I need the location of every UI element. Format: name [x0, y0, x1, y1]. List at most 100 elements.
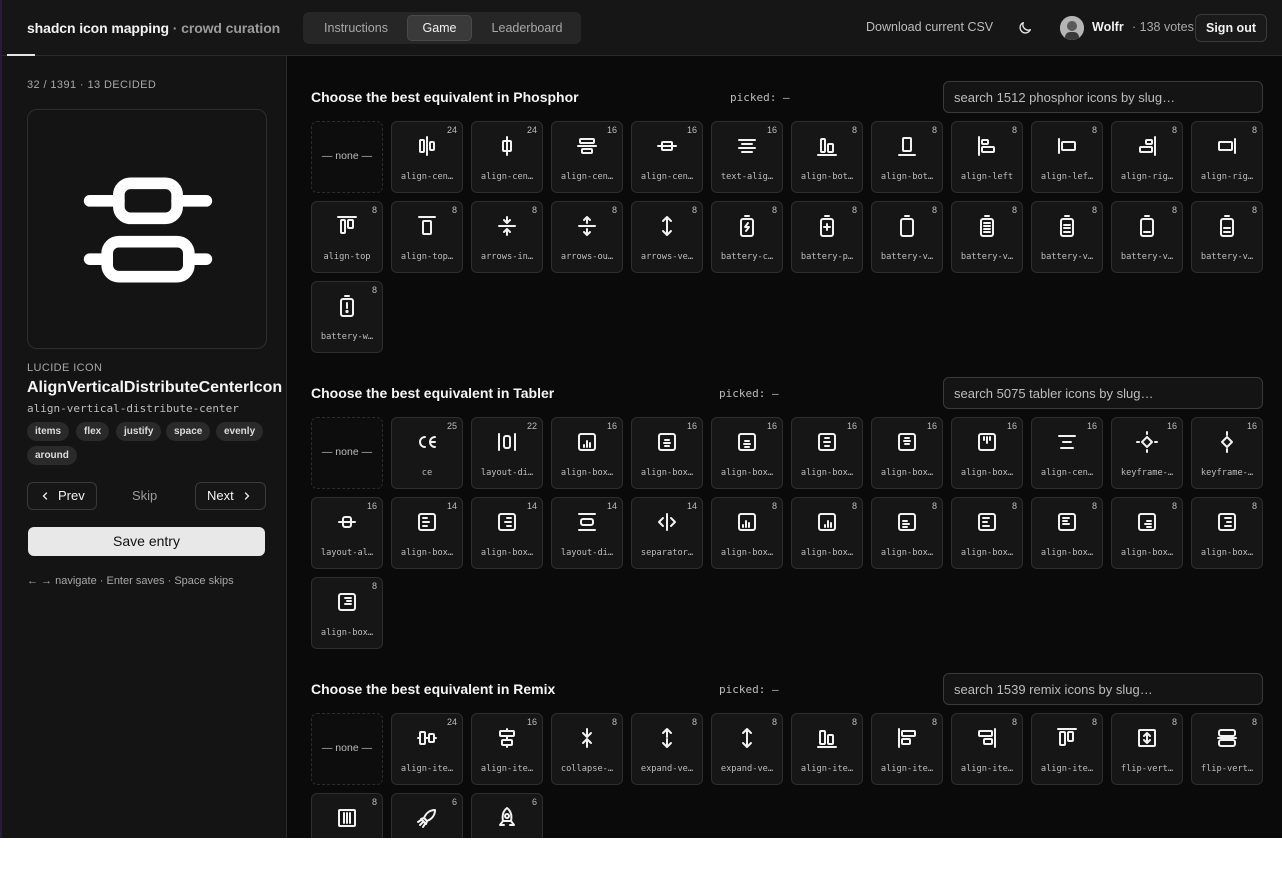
battery-medium-icon — [1220, 215, 1234, 237]
icon-slug-label: align-box… — [960, 468, 1014, 478]
icon-slug-label: battery-v… — [1200, 252, 1254, 262]
phosphor-icon-option[interactable]: 8 battery-c… — [711, 201, 783, 273]
phosphor-icon-option[interactable]: 8 align-left — [951, 121, 1023, 193]
tab-game[interactable]: Game — [407, 15, 472, 41]
download-csv-link[interactable]: Download current CSV — [866, 20, 993, 34]
phosphor-icon-option[interactable]: 8 battery-p… — [791, 201, 863, 273]
align-item-vertical-center-icon — [499, 728, 515, 748]
tabler-icon-option[interactable]: 8 align-box… — [711, 497, 783, 569]
align-box-center-top-icon — [898, 433, 916, 451]
phosphor-icon-option[interactable]: 8 battery-v… — [1031, 201, 1103, 273]
save-entry-button[interactable]: Save entry — [28, 527, 265, 556]
tabler-icon-option[interactable]: 8 align-box… — [1191, 497, 1263, 569]
tabler-icon-option[interactable]: 8 align-box… — [1111, 497, 1183, 569]
tabler-icon-option[interactable]: 16 align-box… — [871, 417, 943, 489]
tabler-icon-option[interactable]: 8 align-box… — [791, 497, 863, 569]
tabler-icon-option[interactable]: 16 align-box… — [551, 417, 623, 489]
match-count: 16 — [926, 421, 937, 431]
phosphor-icon-option[interactable]: 24 align-cen… — [391, 121, 463, 193]
tabler-icon-option[interactable]: 14 align-box… — [391, 497, 463, 569]
remix-icon-option[interactable]: 8 align-ite… — [1031, 713, 1103, 785]
tabler-icon-option[interactable]: 14 align-box… — [471, 497, 543, 569]
match-count: 8 — [851, 501, 857, 511]
match-count: 16 — [366, 501, 377, 511]
remix-icon-option[interactable]: 16 align-ite… — [471, 713, 543, 785]
tab-instructions[interactable]: Instructions — [311, 15, 401, 41]
moon-icon[interactable] — [1017, 20, 1033, 36]
align-center-horizontal-simple-icon — [502, 136, 512, 156]
remix-icon-option[interactable]: 8layout-ve… — [311, 793, 383, 838]
remix-icon-option[interactable]: 8 align-ite… — [791, 713, 863, 785]
phosphor-icon-option[interactable]: 16 text-alig… — [711, 121, 783, 193]
tab-leaderboard[interactable]: Leaderboard — [481, 15, 573, 41]
phosphor-icon-option[interactable]: 8 battery-v… — [951, 201, 1023, 273]
phosphor-icon-option[interactable]: 8 align-top… — [391, 201, 463, 273]
icon-slug-label: align-cen… — [560, 172, 614, 182]
phosphor-icon-option[interactable]: 8 arrows-ou… — [551, 201, 623, 273]
phosphor-icon-option[interactable]: 8 arrows-ve… — [631, 201, 703, 273]
remix-icon-option[interactable]: 8 flip-vert… — [1191, 713, 1263, 785]
tabler-icon-option[interactable]: 8 align-box… — [1031, 497, 1103, 569]
keyframe-align-vertical-icon — [1221, 431, 1233, 453]
match-count: 8 — [1251, 717, 1257, 727]
phosphor-icon-option[interactable]: 8 battery-w… — [311, 281, 383, 353]
tabler-icon-option[interactable]: 16 align-box… — [631, 417, 703, 489]
tabler-none-option[interactable]: — none — — [311, 417, 383, 489]
remix-icon-option[interactable]: 24 align-ite… — [391, 713, 463, 785]
tabler-icon-option[interactable]: 22 layout-di… — [471, 417, 543, 489]
phosphor-icon-option[interactable]: 8 battery-v… — [871, 201, 943, 273]
phosphor-none-option[interactable]: — none — — [311, 121, 383, 193]
icon-slug-label: align-ite… — [1040, 764, 1094, 774]
remix-icon-option[interactable]: 8 expand-ve… — [631, 713, 703, 785]
avatar[interactable] — [1060, 16, 1084, 40]
skip-button[interactable]: Skip — [132, 488, 157, 503]
remix-icon-option[interactable]: 8 align-ite… — [951, 713, 1023, 785]
phosphor-icon-option[interactable]: 8 battery-v… — [1111, 201, 1183, 273]
remix-icon-option[interactable]: 8 align-ite… — [871, 713, 943, 785]
next-button[interactable]: Next — [195, 482, 266, 510]
tabler-icon-option[interactable]: 8 align-box… — [871, 497, 943, 569]
tabler-icon-option[interactable]: 25 ce — [391, 417, 463, 489]
phosphor-search-input[interactable] — [943, 81, 1263, 113]
tabler-icon-option[interactable]: 8 align-box… — [311, 577, 383, 649]
tabler-icon-option[interactable]: 16 align-box… — [951, 417, 1023, 489]
arrows-in-line-vertical-icon — [498, 216, 516, 236]
match-count: 8 — [1091, 717, 1097, 727]
tabler-search-input[interactable] — [943, 377, 1263, 409]
phosphor-icon-option[interactable]: 16 align-cen… — [631, 121, 703, 193]
tabler-icon-option[interactable]: 16 align-box… — [791, 417, 863, 489]
icon-slug-label: align-box… — [800, 548, 854, 558]
remix-icon-option[interactable]: 8 collapse-… — [551, 713, 623, 785]
align-left-icon — [978, 136, 995, 156]
phosphor-icon-option[interactable]: 8 battery-v… — [1191, 201, 1263, 273]
remix-icon-option[interactable]: 8 expand-ve… — [711, 713, 783, 785]
tabler-icon-option[interactable]: 8 align-box… — [951, 497, 1023, 569]
phosphor-icon-option[interactable]: 8 align-lef… — [1031, 121, 1103, 193]
align-box-top-center-icon — [978, 433, 996, 451]
tabler-icon-option[interactable]: 16 keyframe-… — [1191, 417, 1263, 489]
tabler-icon-option[interactable]: 16 layout-al… — [311, 497, 383, 569]
tabler-icon-option[interactable]: 16 align-box… — [711, 417, 783, 489]
phosphor-icon-option[interactable]: 8 align-rig… — [1191, 121, 1263, 193]
prev-button[interactable]: Prev — [27, 482, 97, 510]
phosphor-icon-option[interactable]: 16 align-cen… — [551, 121, 623, 193]
phosphor-icon-option[interactable]: 24 align-cen… — [471, 121, 543, 193]
icon-slug-label: expand-ve… — [720, 764, 774, 774]
remix-search-input[interactable] — [943, 673, 1263, 705]
tabler-icon-option[interactable]: 14 separator… — [631, 497, 703, 569]
phosphor-icon-option[interactable]: 8 align-bot… — [791, 121, 863, 193]
remix-none-option[interactable]: — none — — [311, 713, 383, 785]
phosphor-icon-option[interactable]: 8 align-bot… — [871, 121, 943, 193]
phosphor-icon-option[interactable]: 8 align-top — [311, 201, 383, 273]
phosphor-icon-option[interactable]: 8 arrows-in… — [471, 201, 543, 273]
tabler-icon-option[interactable]: 14 layout-di… — [551, 497, 623, 569]
remix-icon-option[interactable]: 6space-shi… — [391, 793, 463, 838]
remix-icon-option[interactable]: 8 flip-vert… — [1111, 713, 1183, 785]
tabler-icon-option[interactable]: 16 align-cen… — [1031, 417, 1103, 489]
progress-text: 32 / 1391 · 13 DECIDED — [27, 79, 157, 91]
tabler-icon-option[interactable]: 16 keyframe-… — [1111, 417, 1183, 489]
match-count: 16 — [1006, 421, 1017, 431]
remix-icon-option[interactable]: 6space-ship — [471, 793, 543, 838]
sign-out-button[interactable]: Sign out — [1195, 14, 1267, 42]
phosphor-icon-option[interactable]: 8 align-rig… — [1111, 121, 1183, 193]
